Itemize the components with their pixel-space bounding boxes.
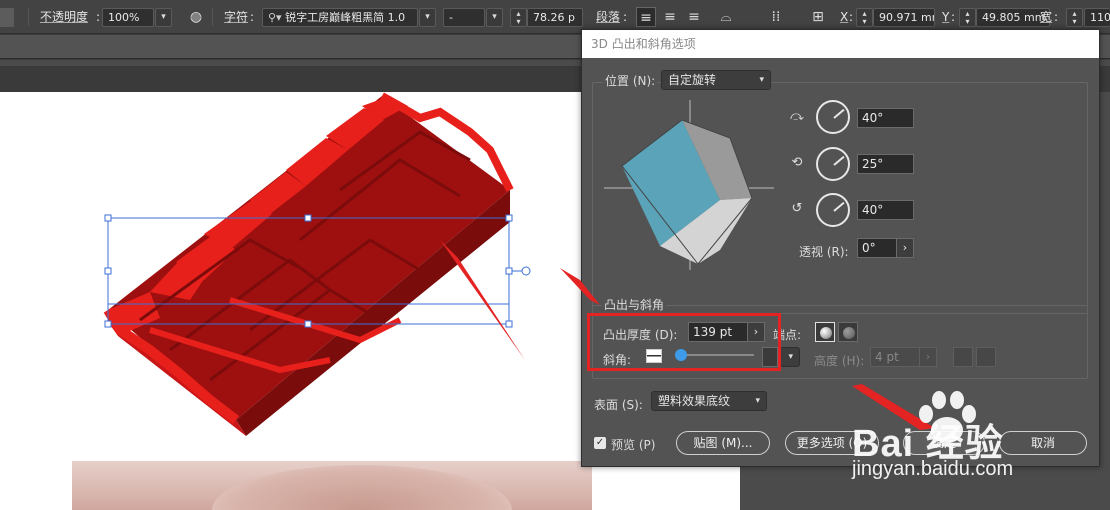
baidu-url: jingyan.baidu.com	[852, 458, 1014, 480]
annotation-arrow	[560, 268, 600, 305]
annotation-arrow	[440, 240, 525, 360]
